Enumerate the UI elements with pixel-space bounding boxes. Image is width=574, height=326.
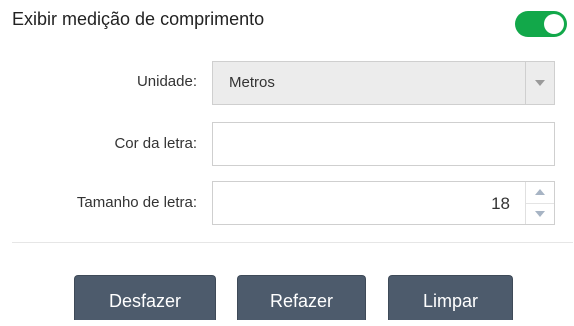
font-color-input[interactable] [212,122,555,166]
measurement-toggle-title: Exibir medição de comprimento [12,9,265,29]
unit-select[interactable]: Metros [212,61,555,105]
chevron-down-icon [535,80,545,86]
redo-button[interactable]: Refazer [237,275,366,320]
toggle-knob [544,14,564,34]
font-size-spinner [525,182,554,224]
decrement-button[interactable] [526,203,554,225]
increment-button[interactable] [526,182,554,203]
font-color-label: Cor da letra: [114,135,197,152]
measurement-toggle-switch[interactable] [515,11,567,37]
font-size-label: Tamanho de letra: [76,194,197,211]
undo-button[interactable]: Desfazer [74,275,216,320]
unit-select-value: Metros [229,74,275,91]
clear-button[interactable]: Limpar [388,275,513,320]
font-size-stepper[interactable]: 18 [212,181,555,225]
chevron-down-icon [535,211,545,217]
chevron-up-icon [535,189,545,195]
dropdown-arrow-button[interactable] [525,62,554,104]
divider [12,242,573,243]
unit-label: Unidade: [136,73,197,90]
font-size-value: 18 [491,194,510,213]
